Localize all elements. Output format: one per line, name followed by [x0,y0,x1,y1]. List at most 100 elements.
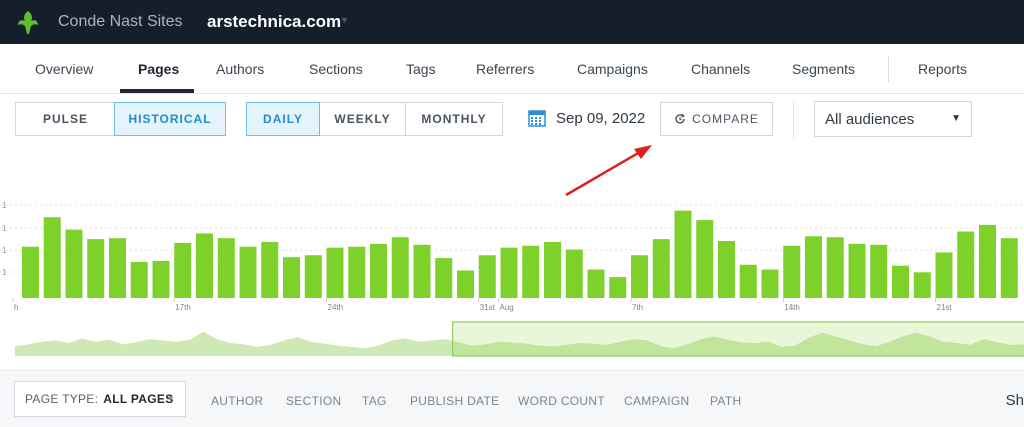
chart-bar[interactable] [65,229,83,298]
filter-author[interactable]: AUTHOR [211,394,263,408]
chart-bar[interactable] [43,217,61,298]
chart-bar[interactable] [761,269,779,299]
chart-bar[interactable] [783,245,801,298]
tab-segments[interactable]: Segments [792,61,855,77]
monthly-button[interactable]: MONTHLY [405,102,503,136]
chart-bar[interactable] [413,244,431,298]
chart-bar[interactable] [457,270,474,298]
tab-reports[interactable]: Reports [918,61,967,77]
historical-button[interactable]: HISTORICAL [114,102,226,136]
x-tick-label: 14th [784,303,800,312]
x-tick-label: 31st [480,303,496,312]
filter-section[interactable]: SECTION [286,394,341,408]
chart-bar[interactable] [805,236,822,298]
chart-bar[interactable] [848,243,866,298]
chart-bar[interactable] [826,237,844,298]
chart-bar[interactable] [544,241,561,298]
chart-bar[interactable] [1000,238,1018,298]
compare-button[interactable]: COMPARE [660,102,773,136]
chart-bar[interactable] [478,255,496,298]
nav-divider [888,56,889,82]
chevron-down-icon[interactable]: ▼ [340,15,349,25]
chart-bar[interactable] [326,247,344,298]
tab-authors[interactable]: Authors [216,61,264,77]
chart-bar[interactable] [348,246,366,298]
chart-bar[interactable] [283,257,300,298]
chart-bar[interactable] [935,252,953,298]
chart-bar[interactable] [217,238,235,298]
chart-bar[interactable] [913,272,931,298]
tab-campaigns[interactable]: Campaigns [577,61,648,77]
date-picker[interactable]: Sep 09, 2022 [528,109,645,127]
chart-bar[interactable] [130,261,148,298]
x-tick-label: 21st [937,303,953,312]
weekly-button[interactable]: WEEKLY [318,102,407,136]
chart-bar[interactable] [892,265,909,298]
chart-bar[interactable] [370,243,387,298]
filter-campaign[interactable]: CAMPAIGN [624,394,690,408]
page-type-filter[interactable]: PAGE TYPE: ALL PAGES ▼ [14,381,186,417]
org-name[interactable]: Conde Nast Sites [58,13,183,31]
x-tick-label: 17th [175,303,191,312]
chart-bar[interactable] [979,224,996,298]
filter-publish-date[interactable]: PUBLISH DATE [410,394,499,408]
date-range-overview[interactable] [0,318,1024,360]
chart-bar[interactable] [109,238,126,298]
parsely-leaf-icon[interactable] [14,8,42,36]
tab-sections[interactable]: Sections [309,61,363,77]
daily-button[interactable]: DAILY [246,102,320,136]
daily-pageviews-chart[interactable]: h 17th 24th 31st Aug 7th 14th 21st 1 1 1 1 [0,190,1024,320]
chart-bar[interactable] [174,242,192,298]
tab-tags[interactable]: Tags [406,61,436,77]
chart-bar[interactable] [304,255,322,298]
chart-bar[interactable] [239,246,257,298]
chart-bar[interactable] [435,258,453,298]
chart-bar[interactable] [957,231,975,299]
chart-bar[interactable] [870,244,888,298]
x-tick-label: 7th [632,303,643,312]
y-tick-label: 1 [2,268,7,277]
chart-bar[interactable] [652,239,670,298]
chart-bar[interactable] [718,241,735,298]
chart-bar[interactable] [631,255,648,298]
pulse-button[interactable]: PULSE [15,102,116,136]
chart-bar[interactable] [609,277,627,298]
chart-bar[interactable] [261,241,279,298]
x-tick-label: Aug [500,303,514,312]
chart-bar[interactable] [739,264,757,298]
compare-label: COMPARE [692,112,759,126]
chart-bar[interactable] [391,237,409,298]
tab-overview[interactable]: Overview [35,61,93,77]
tab-channels[interactable]: Channels [691,61,750,77]
chart-bar[interactable] [674,210,692,298]
overview-selection[interactable] [451,321,1024,357]
top-bar: Conde Nast Sites arstechnica.com ▼ [0,0,1024,44]
x-tick-label: h [14,303,18,312]
audience-value: All audiences [825,111,915,128]
toolbar-divider [793,102,794,138]
site-name[interactable]: arstechnica.com [207,12,341,32]
calendar-icon [528,110,546,127]
selected-date[interactable]: Sep 09, 2022 [556,110,645,127]
chart-bar[interactable] [587,269,605,299]
filter-tag[interactable]: TAG [362,394,387,408]
tab-referrers[interactable]: Referrers [476,61,534,77]
x-tick-label: 24th [328,303,344,312]
page-type-label: PAGE TYPE: [25,392,99,406]
chart-bar[interactable] [500,247,518,298]
chart-bar[interactable] [87,239,105,298]
y-tick-label: 1 [2,246,7,255]
audience-select[interactable]: All audiences ▼ [814,101,972,137]
caret-down-icon: ▼ [166,394,175,403]
filter-word-count[interactable]: WORD COUNT [518,394,605,408]
chart-bar[interactable] [696,220,714,298]
truncated-right-label[interactable]: Sh [1006,392,1024,409]
chart-bar[interactable] [22,246,39,298]
chart-bar[interactable] [152,260,170,298]
tab-pages[interactable]: Pages [138,61,179,77]
chart-bar[interactable] [522,245,540,298]
y-tick-label: 1 [2,201,7,210]
filter-path[interactable]: PATH [710,394,741,408]
chart-bar[interactable] [565,249,583,298]
chart-bar[interactable] [196,233,213,298]
